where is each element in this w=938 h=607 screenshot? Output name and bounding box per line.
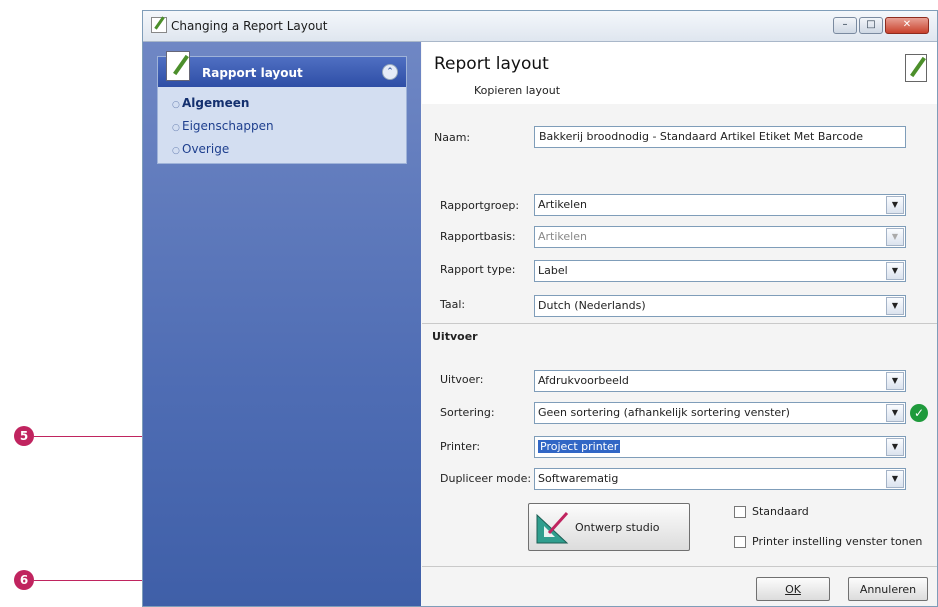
callout-6: 6 (14, 570, 34, 590)
sidebar-item-eigenschappen[interactable]: ○ Eigenschappen (172, 119, 274, 133)
content-header: Report layout Kopieren layout (422, 42, 937, 104)
design-ruler-icon (536, 511, 569, 544)
printer-instelling-checkbox[interactable] (734, 536, 746, 548)
sortering-select[interactable]: Geen sortering (afhankelijk sortering ve… (534, 402, 906, 424)
dupliceer-value: Softwarematig (538, 472, 619, 485)
annuleren-label: Annuleren (859, 583, 917, 596)
sidebar-header-label: Rapport layout (202, 66, 303, 80)
ontwerp-studio-label: Ontwerp studio (575, 521, 660, 534)
section-uitvoer-title: Uitvoer (432, 330, 478, 343)
page-subtitle: Kopieren layout (474, 84, 561, 97)
printer-instelling-label: Printer instelling venster tonen (752, 535, 923, 548)
uitvoer-label: Uitvoer: (440, 373, 484, 386)
collapse-icon[interactable]: ⌃ (382, 64, 398, 80)
standaard-label: Standaard (752, 505, 809, 518)
close-icon: ✕ (902, 19, 912, 30)
taal-label: Taal: (440, 298, 466, 311)
minimize-icon: – (842, 19, 848, 30)
rapportgroep-select[interactable]: Artikelen ▼ (534, 194, 906, 216)
sidebar-item-label: Overige (182, 142, 230, 156)
page-title: Report layout (434, 54, 549, 74)
sidebar-item-algemeen[interactable]: ○ Algemeen (172, 96, 249, 110)
footer-divider (422, 566, 937, 567)
bullet-icon: ○ (172, 146, 180, 156)
rapportbasis-select: Artikelen ▼ (534, 226, 906, 248)
report-document-icon (905, 54, 927, 82)
printer-select[interactable]: Project printer ▼ (534, 436, 906, 458)
callout-5: 5 (14, 426, 34, 446)
rapporttype-select[interactable]: Label ▼ (534, 260, 906, 282)
chevron-down-icon[interactable]: ▼ (886, 470, 904, 488)
maximize-button[interactable]: □ (859, 17, 883, 34)
rapportgroep-label: Rapportgroep: (440, 199, 520, 212)
section-divider (422, 323, 937, 324)
taal-select[interactable]: Dutch (Nederlands) ▼ (534, 295, 906, 317)
standaard-checkbox[interactable] (734, 506, 746, 518)
rapportbasis-label: Rapportbasis: (440, 230, 516, 243)
chevron-down-icon[interactable]: ▼ (886, 196, 904, 214)
chevron-down-icon[interactable]: ▼ (886, 372, 904, 390)
printer-label: Printer: (440, 440, 481, 453)
sidebar-item-label: Eigenschappen (182, 119, 274, 133)
title-bar: Changing a Report Layout – □ ✕ (143, 11, 937, 42)
chevron-down-icon: ▼ (886, 228, 904, 246)
check-icon: ✓ (910, 404, 928, 422)
sidebar-header[interactable]: Rapport layout ⌃ (158, 51, 406, 87)
sortering-label: Sortering: (440, 406, 495, 419)
naam-input[interactable]: Bakkerij broodnodig - Standaard Artikel … (534, 126, 906, 148)
ok-label: OK (785, 583, 801, 596)
sidebar-item-label: Algemeen (182, 96, 250, 110)
sidebar-item-overige[interactable]: ○ Overige (172, 142, 229, 156)
close-button[interactable]: ✕ (885, 17, 929, 34)
bullet-icon: ○ (172, 100, 180, 110)
uitvoer-value: Afdrukvoorbeeld (538, 374, 629, 387)
sortering-value: Geen sortering (afhankelijk sortering ve… (538, 406, 790, 419)
sidebar-panel: Rapport layout ⌃ ○ Algemeen ○ Eigenschappe… (157, 51, 407, 164)
ok-button[interactable]: OK (756, 577, 830, 601)
rapportgroep-value: Artikelen (538, 198, 587, 211)
chevron-down-icon[interactable]: ▼ (886, 297, 904, 315)
content-pane: Report layout Kopieren layout Naam: Bakk… (422, 42, 937, 606)
rapporttype-label: Rapport type: (440, 263, 516, 276)
bullet-icon: ○ (172, 123, 180, 133)
minimize-button[interactable]: – (833, 17, 857, 34)
sidebar: Rapport layout ⌃ ○ Algemeen ○ Eigenschappe… (143, 42, 421, 606)
printer-value: Project printer (538, 440, 621, 453)
uitvoer-select[interactable]: Afdrukvoorbeeld ▼ (534, 370, 906, 392)
dialog-window: Changing a Report Layout – □ ✕ Rapport l… (142, 10, 938, 607)
dupliceer-label: Dupliceer mode: (440, 472, 532, 485)
chevron-down-icon[interactable]: ▼ (886, 262, 904, 280)
naam-label: Naam: (434, 131, 471, 144)
taal-value: Dutch (Nederlands) (538, 299, 646, 312)
dupliceer-select[interactable]: Softwarematig ▼ (534, 468, 906, 490)
window-title: Changing a Report Layout (171, 19, 328, 33)
annuleren-button[interactable]: Annuleren (848, 577, 928, 601)
report-document-icon (166, 51, 190, 81)
maximize-icon: □ (866, 19, 876, 30)
edit-document-icon (151, 17, 167, 33)
chevron-down-icon[interactable]: ▼ (886, 404, 904, 422)
rapportbasis-value: Artikelen (538, 230, 587, 243)
chevron-down-icon[interactable]: ▼ (886, 438, 904, 456)
rapporttype-value: Label (538, 264, 568, 277)
ontwerp-studio-button[interactable]: Ontwerp studio (528, 503, 690, 551)
